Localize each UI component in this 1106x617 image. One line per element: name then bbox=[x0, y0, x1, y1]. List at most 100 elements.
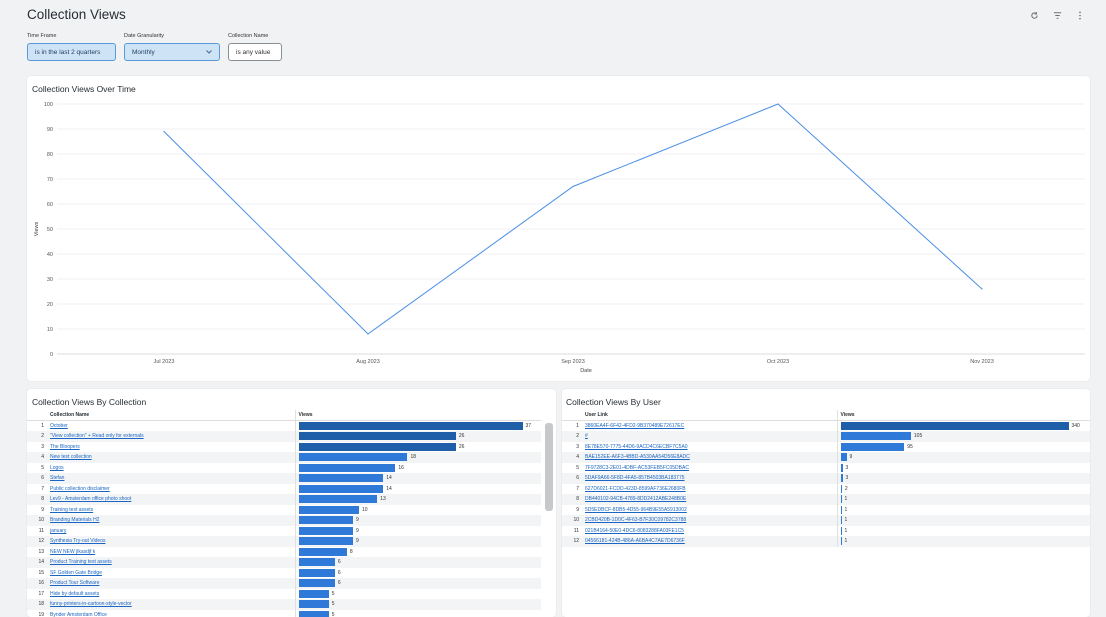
row-link[interactable]: Stefan bbox=[47, 473, 296, 484]
views-bar-cell: 6 bbox=[298, 558, 539, 567]
collection-name-filter-button[interactable]: is any value bbox=[228, 43, 282, 61]
column-header-views[interactable]: Views bbox=[837, 410, 1090, 421]
views-bar bbox=[298, 432, 456, 441]
table-row: 3 8E78E570-7775-44D6-9ACD4C6ECBF7C5A0 95 bbox=[562, 441, 1090, 452]
row-number: 4 bbox=[562, 452, 582, 463]
row-link[interactable]: 7F9728C3-2E01-4DBF-AC53FEB5FC05DBAC bbox=[582, 462, 838, 473]
row-number: 2 bbox=[562, 431, 582, 442]
more-vert-icon[interactable] bbox=[1074, 9, 1086, 21]
views-value: 1 bbox=[844, 527, 848, 534]
row-link[interactable]: SF Golden Gate Bridge bbox=[47, 567, 296, 578]
row-link[interactable]: 021B4164-50E0-4DC6-8083288FA03FE1C5 bbox=[582, 525, 838, 536]
views-bar bbox=[298, 453, 408, 462]
row-link[interactable]: # bbox=[582, 431, 838, 442]
row-link[interactable]: Training test assets bbox=[47, 504, 296, 515]
data-point bbox=[163, 130, 165, 133]
row-link[interactable]: DB440102-94CB-4789-8DD2412ABE248B0E bbox=[582, 494, 838, 505]
refresh-icon[interactable] bbox=[1028, 9, 1040, 21]
table-row: 17 Hide by default assets 5 bbox=[27, 588, 541, 599]
row-link[interactable]: funny-printers-in-cartoon-style-vector bbox=[47, 599, 296, 610]
row-link[interactable]: NEW NEW jlkasdjf k bbox=[47, 546, 296, 557]
row-number: 5 bbox=[576, 464, 579, 471]
y-tick-label: 10 bbox=[47, 327, 53, 333]
row-number: 2 bbox=[27, 431, 47, 442]
y-tick-label: 50 bbox=[47, 227, 53, 233]
row-number: 7 bbox=[576, 485, 579, 492]
row-link[interactable]: 5D5EDBCF-8DB5-4D55-964B9E55A5913002 bbox=[582, 504, 838, 515]
views-bar-cell: 340 bbox=[840, 422, 1088, 430]
views-value: 340 bbox=[1071, 423, 1080, 429]
row-link[interactable]: Product Training test assets bbox=[47, 557, 296, 568]
views-bar bbox=[298, 484, 384, 493]
views-value: 9 bbox=[849, 454, 853, 461]
row-link[interactable]: Synthesia Try-out Videos bbox=[47, 536, 296, 547]
y-tick-label: 90 bbox=[47, 127, 53, 133]
row-link[interactable]: 5DAF9A66-5F8D-4FA5-857B4503BA183775 bbox=[582, 473, 838, 484]
row-number: 19 bbox=[38, 611, 44, 617]
x-tick-label: Aug 2023 bbox=[356, 359, 380, 365]
views-bar-cell: 95 bbox=[840, 442, 1088, 451]
views-value: 1 bbox=[844, 538, 848, 545]
row-link[interactable]: New test collection bbox=[47, 452, 296, 463]
column-header-views[interactable]: Views bbox=[295, 410, 541, 421]
row-number: 6 bbox=[27, 473, 47, 484]
line-chart: 0 10 20 30 40 50 60 70 80 90 100 Jul 2023 Aug 2023 Se… bbox=[34, 102, 1085, 374]
views-bar-cell: 6 bbox=[298, 579, 539, 588]
series-line bbox=[163, 103, 983, 335]
row-link[interactable]: Lev9 - Amsterdam office photo shoot bbox=[47, 494, 296, 505]
views-value: 6 bbox=[337, 569, 341, 576]
row-number: 18 bbox=[27, 599, 47, 610]
table-row: 10 2CBD420B-1D0C-4F63-B7F30C09782C3788 1 bbox=[562, 515, 1090, 526]
row-link[interactable]: Logos bbox=[47, 462, 296, 473]
views-bar bbox=[840, 484, 842, 493]
row-link[interactable]: Public collection disclaimer bbox=[47, 483, 296, 494]
y-tick-label: 70 bbox=[47, 177, 53, 183]
y-tick-label: 20 bbox=[47, 302, 53, 308]
row-link[interactable]: 8E78E570-7775-44D6-9ACD4C6ECBF7C5A0 bbox=[582, 441, 838, 452]
column-header-user-link[interactable]: User Link bbox=[582, 410, 838, 421]
row-link[interactable]: Product Tour Software bbox=[47, 578, 296, 589]
date-granularity-select[interactable]: Monthly bbox=[124, 43, 220, 61]
views-value: 9 bbox=[355, 527, 359, 534]
row-link[interactable]: january bbox=[47, 525, 296, 536]
table-scrollbar[interactable] bbox=[545, 423, 553, 511]
table-row: 1 3860EA4F-6F42-4FD2-9B370489E72617EC 340 bbox=[562, 420, 1090, 431]
views-bar-cell: 1 bbox=[840, 537, 1088, 546]
row-link[interactable]: October bbox=[47, 420, 296, 431]
row-link[interactable]: "View collection" + Read only for extern… bbox=[47, 431, 296, 442]
row-number: 3 bbox=[41, 443, 44, 450]
views-bar bbox=[298, 537, 353, 546]
filter-icon[interactable] bbox=[1051, 9, 1063, 21]
time-frame-filter-button[interactable]: is in the last 2 quarters bbox=[27, 43, 116, 61]
views-bar bbox=[298, 526, 353, 535]
views-bar bbox=[840, 432, 911, 441]
row-link[interactable]: Bynder Amsterdam Office bbox=[47, 609, 296, 617]
views-bar bbox=[840, 474, 843, 483]
views-bar-cell: 9 bbox=[298, 516, 539, 525]
table-row: 2 #105 bbox=[562, 431, 1090, 442]
column-header-collection-name[interactable]: Collection Name bbox=[47, 410, 296, 421]
table-row: 16 Product Tour Software 6 bbox=[27, 578, 541, 589]
views-bar bbox=[298, 422, 523, 430]
row-number: 11 bbox=[38, 527, 44, 534]
views-bar-cell: 8 bbox=[298, 547, 539, 556]
row-number: 8 bbox=[562, 494, 582, 505]
row-link[interactable]: BAE152EE-A6F3-4BBD-A530AA54D56E8ADC bbox=[582, 452, 838, 463]
row-link[interactable]: 627D6021-FCDD-423D-8599AF736E2680FB bbox=[582, 483, 838, 494]
x-tick-label: Sep 2023 bbox=[561, 359, 585, 365]
views-bar bbox=[840, 516, 842, 525]
row-link[interactable]: 3860EA4F-6F42-4FD2-9B370489E72617EC bbox=[582, 420, 838, 431]
views-bar bbox=[840, 537, 842, 546]
y-tick-label: 80 bbox=[47, 152, 53, 158]
views-value: 1 bbox=[844, 496, 848, 503]
data-point bbox=[367, 333, 369, 335]
row-link[interactable]: 04566181-424B-486A-A6BA4C7AE7D6736F bbox=[582, 536, 838, 547]
views-bar-cell: 105 bbox=[840, 432, 1088, 441]
row-link[interactable]: 2CBD420B-1D0C-4F63-B7F30C09782C3788 bbox=[582, 515, 838, 526]
table-row: 4 BAE152EE-A6F3-4BBD-A530AA54D56E8ADC 9 bbox=[562, 452, 1090, 463]
row-link[interactable]: Hide by default assets bbox=[47, 588, 296, 599]
table-row: 12 Synthesia Try-out Videos 9 bbox=[27, 536, 541, 547]
row-link[interactable]: Branding Materials H2 bbox=[47, 515, 296, 526]
table-row: 10 Branding Materials H2 9 bbox=[27, 515, 541, 526]
row-link[interactable]: The Bloopers bbox=[47, 441, 296, 452]
